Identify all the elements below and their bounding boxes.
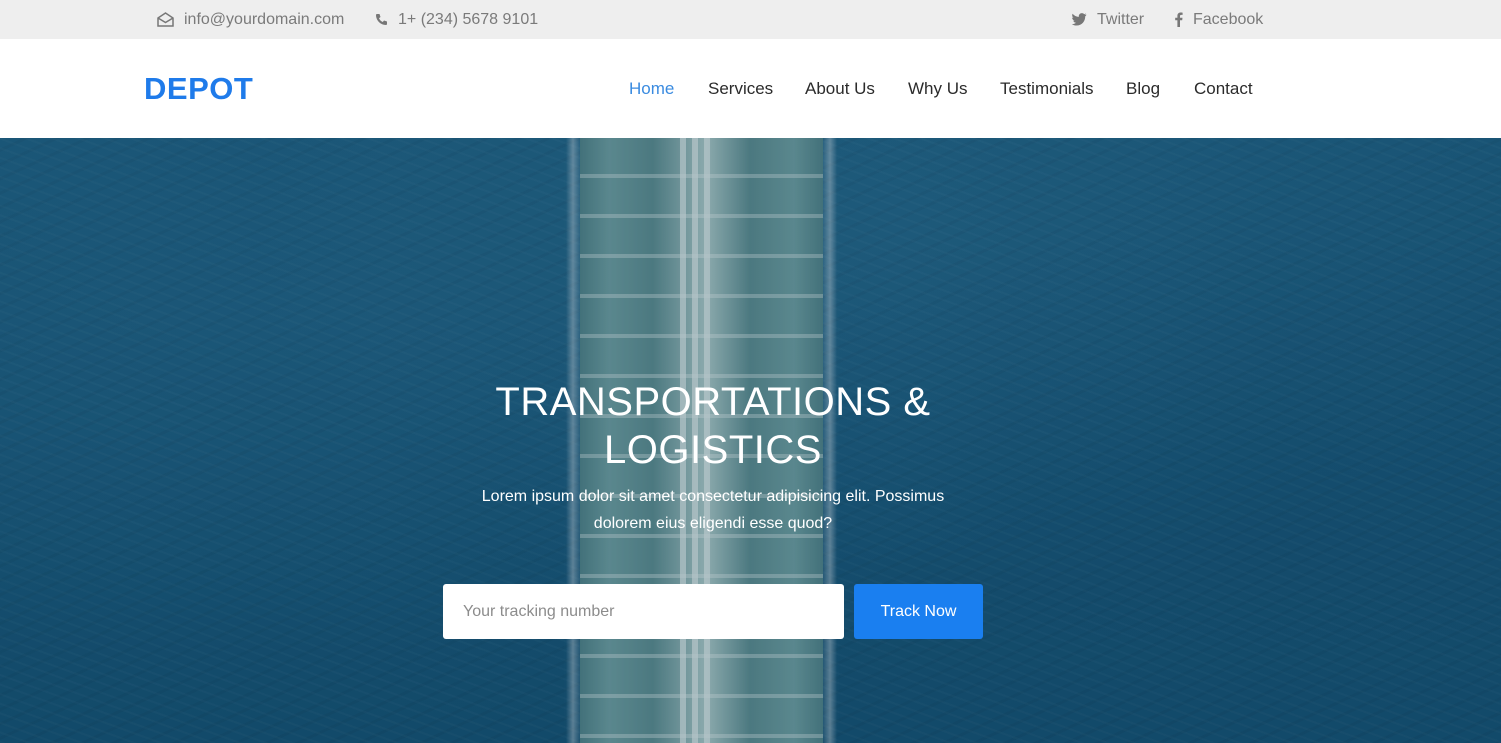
- email-text: info@yourdomain.com: [184, 10, 345, 28]
- nav-blog[interactable]: Blog: [1126, 79, 1160, 99]
- facebook-icon: [1174, 12, 1183, 27]
- twitter-icon: [1072, 13, 1087, 26]
- phone-icon: [375, 13, 388, 26]
- nav-about-us[interactable]: About Us: [805, 79, 875, 99]
- nav-contact[interactable]: Contact: [1194, 79, 1253, 99]
- hero-title: TRANSPORTATIONS & LOGISTICS: [495, 380, 931, 472]
- nav-home[interactable]: Home: [629, 79, 674, 99]
- phone-text: 1+ (234) 5678 9101: [398, 10, 539, 28]
- twitter-label: Twitter: [1097, 10, 1145, 28]
- nav-why-us[interactable]: Why Us: [908, 79, 968, 99]
- track-now-button[interactable]: Track Now: [854, 584, 983, 639]
- hero-section: TRANSPORTATIONS & LOGISTICS Lorem ipsum …: [0, 138, 1501, 743]
- hero-description: Lorem ipsum dolor sit amet consectetur a…: [481, 488, 945, 532]
- nav-testimonials[interactable]: Testimonials: [1000, 79, 1094, 99]
- contact-phone[interactable]: 1+ (234) 5678 9101: [375, 0, 538, 39]
- nav-services[interactable]: Services: [708, 79, 773, 99]
- top-bar: info@yourdomain.com 1+ (234) 5678 9101 T…: [0, 0, 1501, 39]
- envelope-icon: [157, 12, 174, 27]
- contact-email[interactable]: info@yourdomain.com: [157, 0, 344, 39]
- tracking-number-input[interactable]: [443, 584, 844, 639]
- twitter-link[interactable]: Twitter: [1072, 0, 1144, 39]
- logo[interactable]: DEPOT: [144, 39, 253, 138]
- site-header: DEPOT Home Services About Us Why Us Test…: [0, 39, 1501, 138]
- facebook-link[interactable]: Facebook: [1174, 0, 1263, 39]
- facebook-label: Facebook: [1193, 10, 1264, 28]
